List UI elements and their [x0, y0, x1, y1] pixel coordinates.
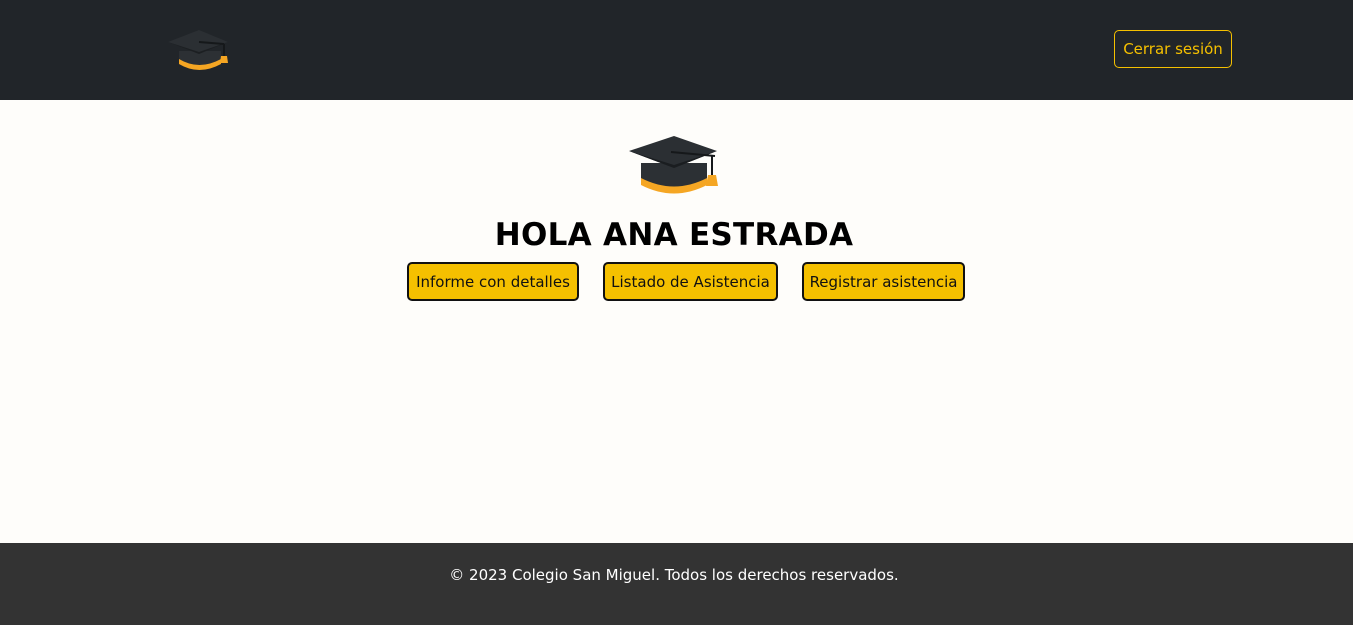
copyright-text: © 2023 Colegio San Miguel. Todos los der… — [449, 566, 899, 584]
attendance-list-button[interactable]: Listado de Asistencia — [603, 262, 778, 301]
footer: © 2023 Colegio San Miguel. Todos los der… — [0, 543, 1353, 625]
graduation-cap-icon[interactable] — [166, 27, 232, 71]
register-attendance-button[interactable]: Registrar asistencia — [802, 262, 965, 301]
logout-button[interactable]: Cerrar sesión — [1114, 30, 1232, 68]
top-navbar: Cerrar sesión — [0, 0, 1353, 100]
main-content: HOLA ANA ESTRADA Informe con detalles Li… — [0, 100, 1353, 543]
graduation-cap-icon — [627, 135, 721, 197]
detailed-report-button[interactable]: Informe con detalles — [407, 262, 579, 301]
greeting-heading: HOLA ANA ESTRADA — [494, 217, 854, 253]
